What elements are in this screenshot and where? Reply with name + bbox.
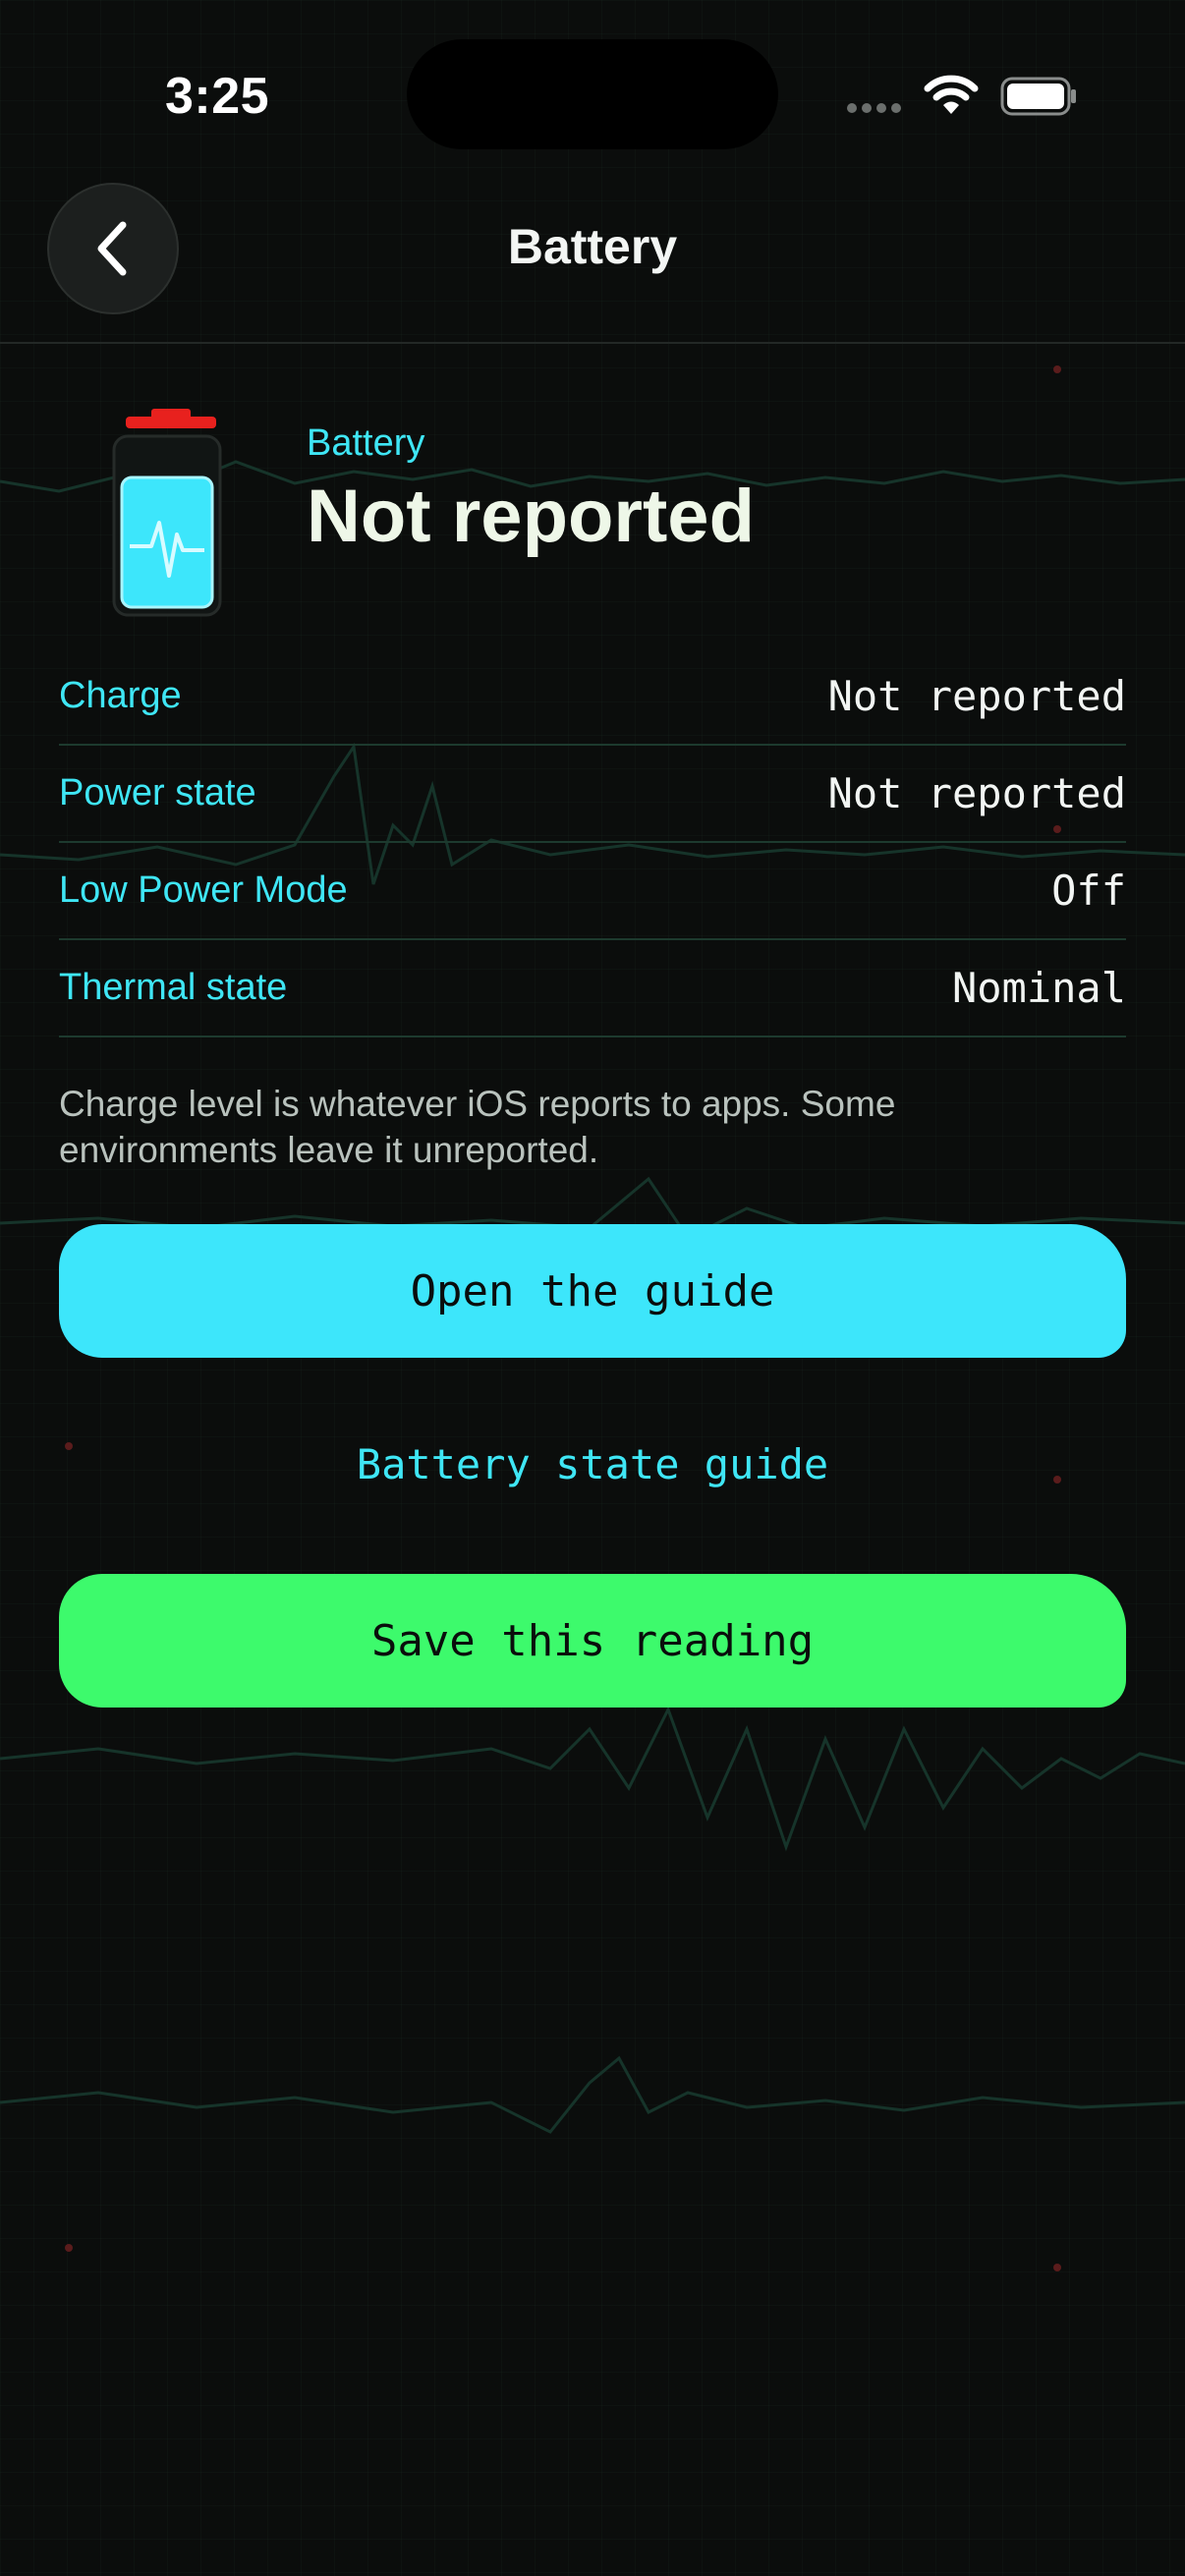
cellular-signal-icon [847,100,906,118]
detail-row-low-power-mode: Low Power Mode Off [59,843,1126,940]
open-guide-button[interactable]: Open the guide [59,1224,1126,1358]
background-dot [65,2244,73,2252]
navigation-bar: Battery [0,167,1185,344]
detail-value: Not reported [827,672,1126,720]
detail-row-charge: Charge Not reported [59,648,1126,746]
battery-icon [1000,77,1076,116]
summary-value: Not reported [307,475,755,558]
detail-value: Nominal [951,964,1126,1012]
status-bar: 3:25 [0,0,1185,167]
detail-label: Charge [59,675,182,716]
info-note: Charge level is whatever iOS reports to … [59,1084,896,1170]
save-reading-button[interactable]: Save this reading [59,1574,1126,1708]
battery-details-list: Charge Not reported Power state Not repo… [59,648,1126,1037]
detail-label: Thermal state [59,967,288,1008]
battery-summary: Battery Not reported [0,373,1185,617]
background-dot [1053,2264,1061,2271]
background-dot [1053,365,1061,373]
wifi-icon [924,75,979,114]
detail-value: Off [1051,867,1126,915]
detail-label: Low Power Mode [59,869,348,911]
battery-state-guide-link[interactable]: Battery state guide [0,1440,1185,1488]
detail-row-power-state: Power state Not reported [59,746,1126,843]
detail-value: Not reported [827,769,1126,817]
detail-row-thermal-state: Thermal state Nominal [59,940,1126,1037]
status-time: 3:25 [165,68,270,125]
summary-label: Battery [307,422,425,464]
battery-pulse-icon [112,409,222,617]
page-title: Battery [507,219,678,274]
dynamic-island [407,39,778,149]
detail-label: Power state [59,772,256,813]
